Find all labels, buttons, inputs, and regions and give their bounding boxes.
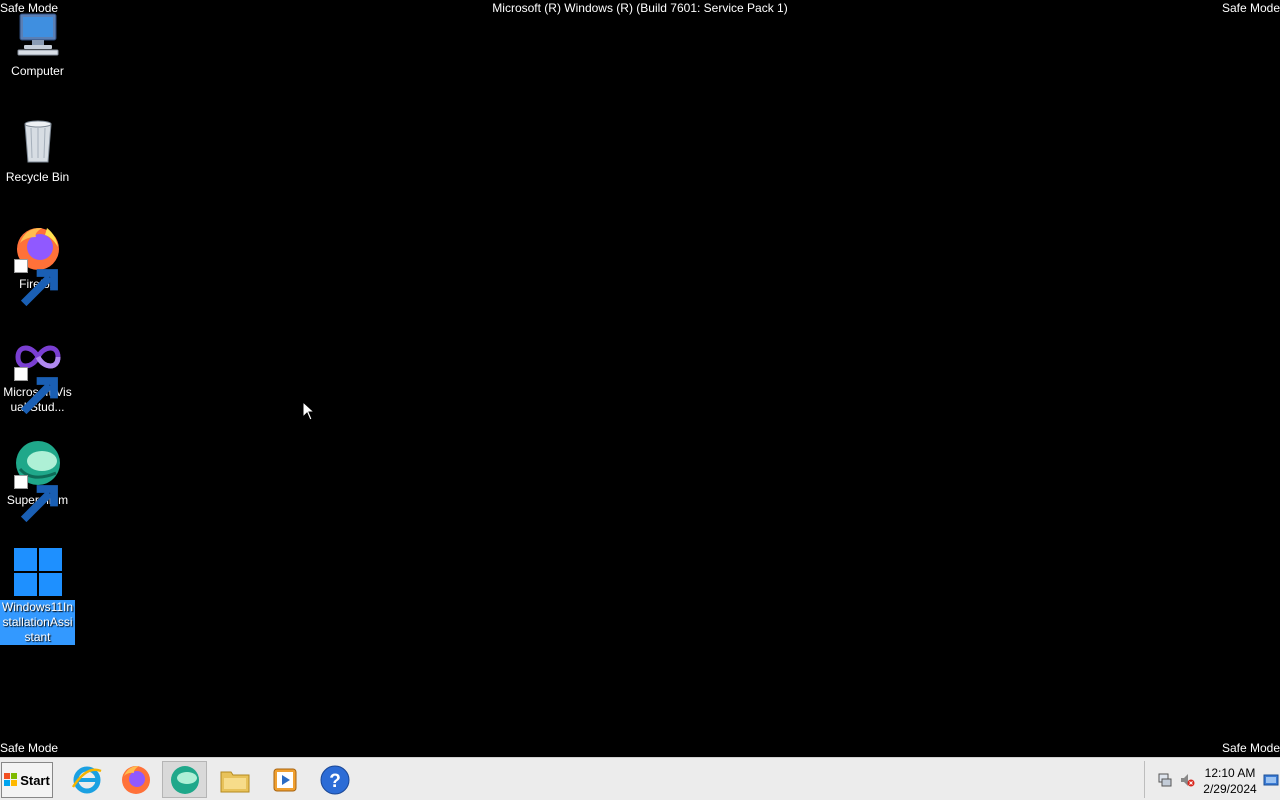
- computer-icon: [12, 10, 64, 62]
- taskbar-supermium-button[interactable]: [162, 761, 207, 798]
- clock-date[interactable]: 2/29/2024: [1201, 782, 1259, 796]
- safe-mode-label-bottom-right: Safe Mode: [1221, 741, 1280, 755]
- safe-mode-label-bottom-left: Safe Mode: [0, 741, 59, 755]
- desktop-icon-firefox[interactable]: Firefox: [0, 223, 75, 307]
- help-icon: ?: [320, 765, 349, 794]
- shortcut-arrow-icon: [13, 367, 58, 415]
- taskbar-firefox-button[interactable]: [113, 761, 158, 798]
- start-button[interactable]: Start: [1, 762, 53, 798]
- start-button-label: Start: [20, 772, 50, 788]
- taskbar-media-player-button[interactable]: [262, 761, 307, 798]
- supermium-icon: [170, 765, 199, 794]
- svg-text:?: ?: [329, 771, 341, 792]
- desktop-icon-label: Computer: [11, 64, 64, 78]
- shortcut-arrow-icon: [13, 259, 58, 307]
- media-player-icon: [273, 768, 296, 791]
- desktop-icon-visual-studio[interactable]: Microsoft Visual Stud...: [0, 331, 75, 415]
- visual-studio-icon: [12, 331, 64, 415]
- windows-logo-icon: [12, 546, 64, 598]
- shortcut-arrow-icon: [13, 475, 58, 523]
- show-desktop-icon[interactable]: [1263, 772, 1279, 788]
- taskbar-internet-explorer-button[interactable]: [64, 761, 109, 798]
- clock-time[interactable]: 12:10 AM: [1201, 766, 1259, 780]
- firefox-icon: [12, 223, 64, 307]
- folder-icon: [220, 771, 249, 792]
- mouse-cursor-icon: [302, 401, 316, 421]
- supermium-icon: [12, 439, 64, 523]
- windows-build-title: Microsoft (R) Windows (R) (Build 7601: S…: [492, 1, 788, 15]
- desktop-icon-label: Recycle Bin: [5, 170, 70, 184]
- windows-flag-icon: [4, 773, 18, 786]
- taskbar-help-button[interactable]: ?: [312, 761, 357, 798]
- internet-explorer-icon: [71, 766, 101, 793]
- network-icon[interactable]: [1157, 772, 1173, 788]
- safe-mode-label-top-right: Safe Mode: [1221, 1, 1280, 15]
- system-tray: 12:10 AM 2/29/2024: [1144, 761, 1280, 798]
- desktop-icon-windows11-installation-assistant[interactable]: Windows11InstallationAssistant: [0, 546, 75, 645]
- taskbar-windows-explorer-button[interactable]: [212, 761, 257, 798]
- volume-muted-icon[interactable]: [1179, 772, 1195, 788]
- taskbar: Start ? 12:10 AM 2/29/2024: [0, 757, 1280, 800]
- firefox-icon: [121, 765, 150, 794]
- recycle-bin-icon: [12, 116, 64, 168]
- desktop-icon-computer[interactable]: Computer: [0, 10, 75, 79]
- desktop-icon-label: Windows11InstallationAssistant: [0, 600, 75, 645]
- desktop-icon-supermium[interactable]: Supermium: [0, 439, 75, 523]
- desktop-icon-recycle-bin[interactable]: Recycle Bin: [0, 116, 75, 185]
